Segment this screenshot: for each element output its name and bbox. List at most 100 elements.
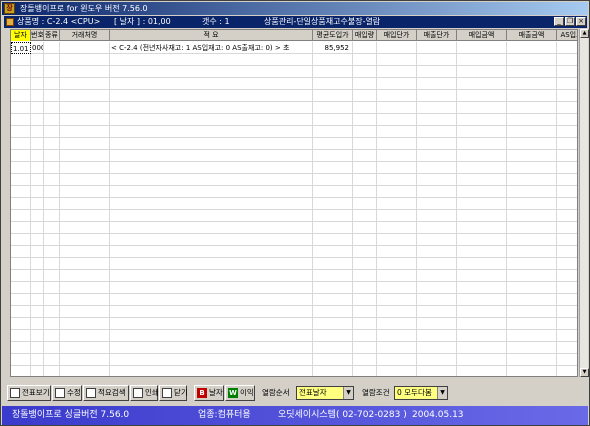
table-row[interactable]	[11, 306, 577, 318]
table-row[interactable]	[11, 234, 577, 246]
table-cell[interactable]	[110, 78, 313, 90]
table-cell[interactable]	[110, 342, 313, 354]
col-summary-header[interactable]: 적 요	[110, 30, 313, 41]
col-purchase-price-header[interactable]: 매입단가	[377, 30, 417, 41]
table-cell[interactable]	[31, 210, 44, 222]
sort-order-select[interactable]: 전표날자 ▼	[296, 386, 354, 400]
table-cell[interactable]	[417, 306, 457, 318]
table-cell[interactable]	[417, 282, 457, 294]
table-cell[interactable]	[353, 138, 377, 150]
table-cell[interactable]	[457, 270, 507, 282]
table-cell[interactable]	[557, 186, 577, 198]
table-cell[interactable]	[31, 282, 44, 294]
table-cell[interactable]	[313, 66, 353, 78]
table-cell[interactable]	[31, 126, 44, 138]
table-cell[interactable]	[44, 54, 60, 66]
table-cell[interactable]	[44, 330, 60, 342]
table-cell[interactable]	[11, 114, 31, 126]
table-cell[interactable]	[31, 258, 44, 270]
cell-sale-amount[interactable]	[507, 42, 557, 54]
table-cell[interactable]	[60, 354, 110, 366]
table-cell[interactable]	[31, 198, 44, 210]
table-cell[interactable]	[457, 306, 507, 318]
table-cell[interactable]	[557, 282, 577, 294]
table-cell[interactable]	[31, 90, 44, 102]
table-cell[interactable]	[417, 114, 457, 126]
table-cell[interactable]	[507, 366, 557, 376]
table-cell[interactable]	[60, 318, 110, 330]
table-cell[interactable]	[44, 126, 60, 138]
table-cell[interactable]	[313, 54, 353, 66]
table-cell[interactable]	[44, 246, 60, 258]
table-row[interactable]	[11, 258, 577, 270]
restore-button[interactable]: ❐	[565, 17, 575, 26]
table-cell[interactable]	[353, 90, 377, 102]
cell-purchase-qty[interactable]	[353, 42, 377, 54]
col-date-header[interactable]: 날자	[11, 30, 31, 41]
table-cell[interactable]	[557, 342, 577, 354]
table-cell[interactable]	[60, 234, 110, 246]
table-cell[interactable]	[44, 306, 60, 318]
table-row[interactable]	[11, 294, 577, 306]
cell-number[interactable]: 0000	[31, 42, 44, 54]
table-cell[interactable]	[313, 78, 353, 90]
table-cell[interactable]	[313, 342, 353, 354]
table-cell[interactable]	[11, 354, 31, 366]
table-cell[interactable]	[11, 78, 31, 90]
table-cell[interactable]	[557, 138, 577, 150]
table-cell[interactable]	[507, 306, 557, 318]
table-cell[interactable]	[417, 198, 457, 210]
table-cell[interactable]	[353, 366, 377, 376]
table-row[interactable]	[11, 282, 577, 294]
table-cell[interactable]	[417, 210, 457, 222]
table-cell[interactable]	[507, 102, 557, 114]
table-cell[interactable]	[507, 210, 557, 222]
table-cell[interactable]	[60, 282, 110, 294]
table-cell[interactable]	[417, 270, 457, 282]
table-cell[interactable]	[507, 78, 557, 90]
table-cell[interactable]	[44, 150, 60, 162]
table-cell[interactable]	[417, 246, 457, 258]
table-cell[interactable]	[507, 198, 557, 210]
table-cell[interactable]	[377, 90, 417, 102]
table-cell[interactable]	[507, 318, 557, 330]
table-cell[interactable]	[507, 90, 557, 102]
table-cell[interactable]	[377, 126, 417, 138]
table-cell[interactable]	[44, 222, 60, 234]
table-cell[interactable]	[110, 54, 313, 66]
table-cell[interactable]	[11, 246, 31, 258]
table-cell[interactable]	[353, 78, 377, 90]
table-cell[interactable]	[557, 306, 577, 318]
table-cell[interactable]	[353, 330, 377, 342]
table-cell[interactable]	[377, 354, 417, 366]
table-cell[interactable]	[507, 222, 557, 234]
table-cell[interactable]	[313, 246, 353, 258]
table-cell[interactable]	[110, 90, 313, 102]
table-cell[interactable]	[417, 90, 457, 102]
view-slip-button[interactable]: 전표보기	[7, 385, 51, 401]
table-cell[interactable]	[44, 114, 60, 126]
table-cell[interactable]	[457, 114, 507, 126]
table-cell[interactable]	[11, 330, 31, 342]
edit-button[interactable]: 수정	[52, 385, 82, 401]
table-cell[interactable]	[353, 126, 377, 138]
table-cell[interactable]	[507, 138, 557, 150]
table-cell[interactable]	[110, 126, 313, 138]
table-cell[interactable]	[11, 222, 31, 234]
table-cell[interactable]	[31, 270, 44, 282]
table-cell[interactable]	[457, 150, 507, 162]
col-client-header[interactable]: 거래처명	[60, 30, 110, 41]
table-cell[interactable]	[377, 342, 417, 354]
table-cell[interactable]	[457, 342, 507, 354]
vertical-scrollbar[interactable]: ▲ ▼	[579, 29, 589, 377]
table-cell[interactable]	[353, 174, 377, 186]
table-cell[interactable]	[11, 186, 31, 198]
table-cell[interactable]	[313, 258, 353, 270]
table-cell[interactable]	[44, 198, 60, 210]
table-cell[interactable]	[31, 306, 44, 318]
table-cell[interactable]	[110, 234, 313, 246]
cell-client[interactable]	[60, 42, 110, 54]
table-cell[interactable]	[557, 150, 577, 162]
table-cell[interactable]	[110, 354, 313, 366]
ledger-grid[interactable]: 날자 번호 종류 거래처명 적 요 평균도입가 매입량 매입단가 매출단가 매입…	[10, 29, 578, 377]
